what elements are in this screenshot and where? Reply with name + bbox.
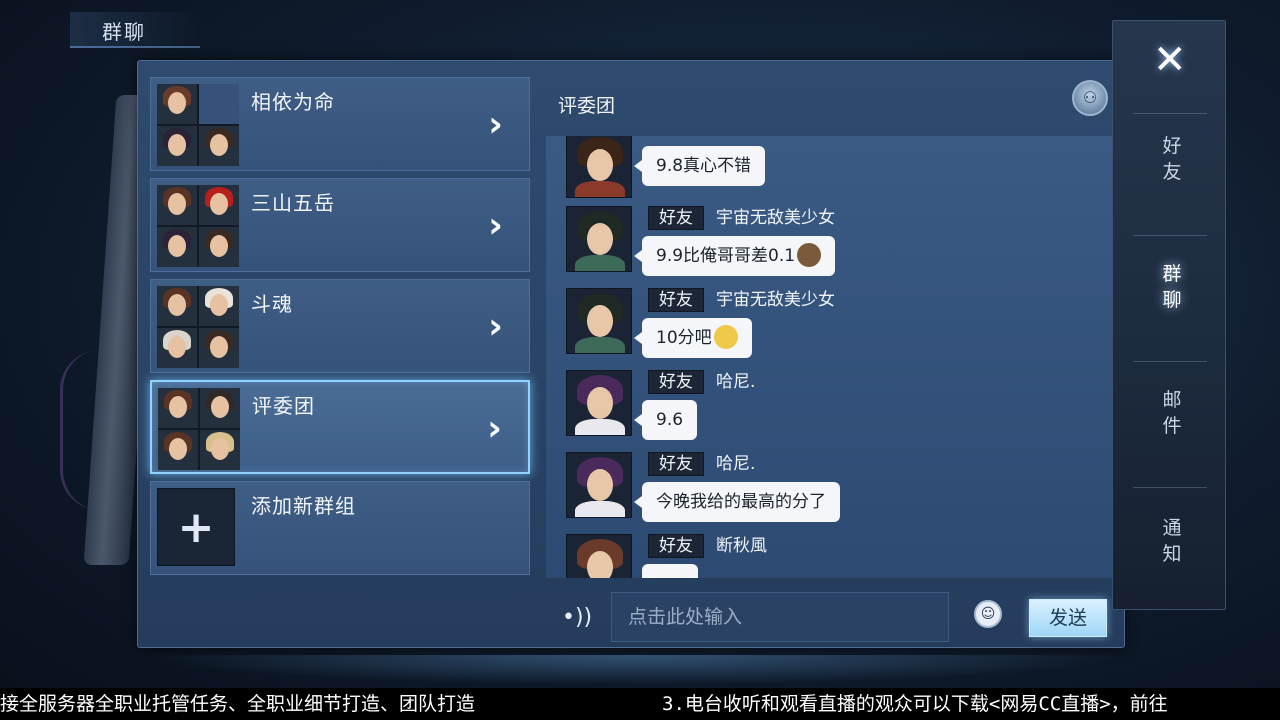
group-avatar-grid	[157, 84, 239, 166]
sidebar: ✕ 好友 群聊 邮件 通知	[1112, 20, 1226, 610]
message-bubble: 9.9比俺哥哥差0.1	[633, 236, 836, 276]
sender-name: 哈尼.	[716, 454, 756, 474]
group-avatar-grid	[158, 388, 240, 470]
member-avatar	[199, 227, 239, 267]
voice-icon[interactable]: •))	[562, 605, 592, 630]
ticker-text-right: 3.电台收听和观看直播的观众可以下载<网易CC直播>，前往	[662, 693, 1168, 715]
sender-name: 宇宙无敌美少女	[716, 290, 835, 310]
message-text: 10分吧	[656, 328, 712, 348]
member-avatar	[199, 328, 239, 368]
group-avatar-grid	[157, 286, 239, 368]
member-avatar	[157, 328, 197, 368]
group-name: 相依为命	[251, 90, 335, 114]
emoji-icon	[797, 242, 822, 267]
stream-ticker: 接全服务器全职业托管任务、全职业细节打造、团队打造 3.电台收听和观看直播的观众…	[0, 688, 1280, 720]
tab-notifications[interactable]: 通知	[1157, 515, 1187, 567]
chevron-right-icon: ›	[487, 408, 502, 449]
sender-name: 哈尼.	[716, 372, 756, 392]
close-icon[interactable]: ✕	[1153, 37, 1187, 83]
group-item[interactable]: 评委团 ›	[150, 380, 530, 474]
member-avatar	[157, 286, 197, 326]
message: 好友 宇宙无敌美少女 10分吧	[566, 288, 1086, 366]
emoji-picker-icon[interactable]: ☺	[974, 600, 1002, 628]
message: 好友 宇宙无敌美少女 9.9比俺哥哥差0.1	[566, 206, 1086, 284]
friend-tag: 好友	[648, 452, 704, 476]
member-avatar	[199, 286, 239, 326]
emoji-icon	[713, 324, 738, 349]
message-input[interactable]: 点击此处输入	[611, 592, 949, 642]
chat-panel: 相依为命 › 三山五岳 › 斗魂 › 评委团 › + 添加新群组 评委团 ⚇ 9…	[137, 60, 1125, 648]
message: 好友 断秋風	[566, 534, 1086, 578]
member-avatar	[199, 126, 239, 166]
message: 好友 哈尼. 今晚我给的最高的分了	[566, 452, 1086, 530]
avatar[interactable]	[566, 452, 632, 518]
send-button[interactable]: 发送	[1029, 599, 1107, 637]
avatar[interactable]	[566, 288, 632, 354]
member-avatar	[200, 388, 240, 428]
message-text: 今晚我给的最高的分了	[656, 492, 826, 512]
group-avatar-grid	[157, 185, 239, 267]
message-bubble	[642, 564, 698, 578]
group-item[interactable]: 三山五岳 ›	[150, 178, 530, 272]
divider	[1133, 113, 1207, 114]
window-title: 群聊	[70, 12, 200, 48]
group-name: 三山五岳	[251, 191, 335, 215]
floor-glow	[140, 655, 1130, 685]
friend-tag: 好友	[648, 288, 704, 312]
message-text: 9.6	[656, 410, 684, 430]
member-avatar	[199, 185, 239, 225]
plus-icon: +	[157, 488, 235, 566]
message: 9.8真心不错	[566, 136, 1086, 210]
member-avatar	[157, 126, 197, 166]
chat-title: 评委团	[558, 95, 616, 117]
group-name: 斗魂	[251, 292, 293, 316]
chevron-right-icon: ›	[488, 104, 503, 145]
message-text: 9.9比俺哥哥差0.1	[656, 246, 796, 266]
friend-tag: 好友	[648, 370, 704, 394]
member-avatar	[157, 185, 197, 225]
friend-tag: 好友	[648, 534, 704, 558]
add-group-label: 添加新群组	[251, 494, 356, 518]
message-bubble: 10分吧	[634, 318, 752, 358]
group-name: 评委团	[252, 394, 315, 418]
message-text: 9.8真心不错	[656, 156, 752, 176]
tab-mail[interactable]: 邮件	[1157, 387, 1187, 439]
message-bubble: 今晚我给的最高的分了	[634, 482, 840, 522]
message-list[interactable]: 9.8真心不错 好友 宇宙无敌美少女 9.9比俺哥哥差0.1 好友 宇宙无敌美少…	[546, 136, 1112, 578]
friend-tag: 好友	[648, 206, 704, 230]
member-avatar	[157, 84, 197, 124]
member-avatar	[199, 84, 239, 124]
ribbon-decoration	[60, 350, 140, 510]
avatar[interactable]	[566, 206, 632, 272]
divider	[1133, 235, 1207, 236]
ticker-text-left: 接全服务器全职业托管任务、全职业细节打造、团队打造	[0, 693, 476, 715]
sender-name: 宇宙无敌美少女	[716, 208, 835, 228]
member-avatar	[200, 430, 240, 470]
sender-name: 断秋風	[716, 536, 767, 556]
divider	[1133, 361, 1207, 362]
tab-friends[interactable]: 好友	[1157, 133, 1187, 185]
message-bubble: 9.6	[633, 400, 698, 440]
group-item[interactable]: 斗魂 ›	[150, 279, 530, 373]
member-avatar	[157, 227, 197, 267]
tab-group-chat[interactable]: 群聊	[1157, 261, 1187, 313]
message: 好友 哈尼. 9.6	[566, 370, 1086, 448]
group-item[interactable]: 相依为命 ›	[150, 77, 530, 171]
member-avatar	[158, 388, 198, 428]
group-list: 相依为命 › 三山五岳 › 斗魂 › 评委团 › + 添加新群组	[150, 77, 530, 582]
avatar[interactable]	[566, 370, 632, 436]
group-members-icon[interactable]: ⚇	[1072, 80, 1108, 116]
divider	[1133, 487, 1207, 488]
avatar[interactable]	[566, 136, 632, 198]
chevron-right-icon: ›	[488, 205, 503, 246]
avatar[interactable]	[566, 534, 632, 578]
chevron-right-icon: ›	[488, 306, 503, 347]
member-avatar	[158, 430, 198, 470]
add-group-button[interactable]: + 添加新群组	[150, 481, 530, 575]
message-bubble: 9.8真心不错	[633, 146, 766, 186]
